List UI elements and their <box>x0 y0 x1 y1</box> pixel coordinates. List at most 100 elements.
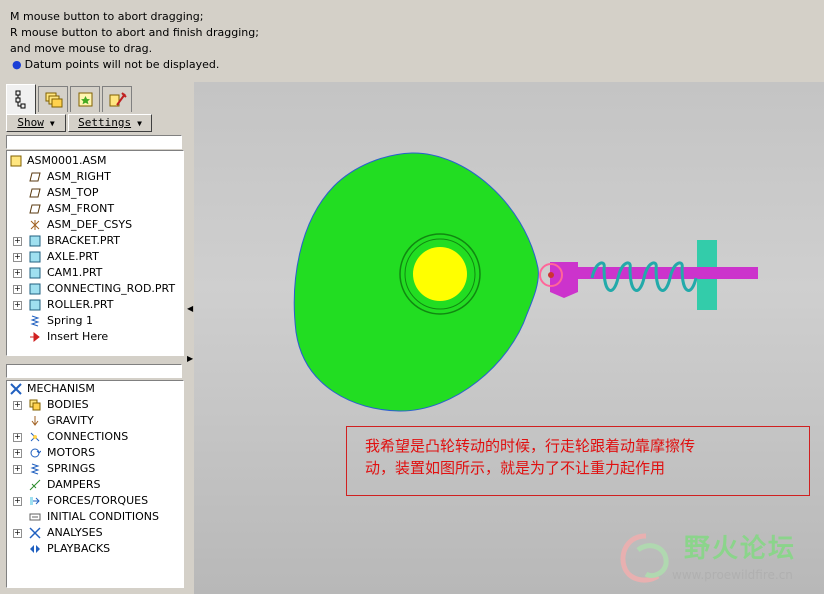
tab-favorites[interactable] <box>70 86 100 112</box>
mechanism-item-label: MOTORS <box>47 446 96 459</box>
connections-icon <box>30 432 40 442</box>
expand-plus-icon[interactable]: + <box>13 401 22 410</box>
annotation-box: 我希望是凸轮转动的时候，行走轮跟着动靠摩擦传 动，装置如图所示，就是为了不让重力… <box>346 426 810 496</box>
mechanism-tree[interactable]: MECHANISM + BODIES GRAVITY + CONNECTIONS + MOT… <box>6 380 184 588</box>
initial-conditions-icon <box>29 513 41 521</box>
tree-item[interactable]: + CAM1.PRT <box>7 265 183 281</box>
layers-icon <box>45 92 63 108</box>
part-icon <box>29 283 41 295</box>
model-tree[interactable]: ASM0001.ASM ASM_RIGHT ASM_TOP ASM_FRONT ASM… <box>6 150 184 356</box>
mechanism-item[interactable]: INITIAL CONDITIONS <box>7 509 183 525</box>
annotation-line: 动，装置如图所示，就是为了不让重力起作用 <box>365 459 666 477</box>
tree-item-label: Insert Here <box>47 330 109 343</box>
assembly-icon <box>10 155 22 167</box>
csys-icon <box>30 220 40 230</box>
expand-plus-icon[interactable]: + <box>13 285 22 294</box>
mechanism-item-label: PLAYBACKS <box>47 542 111 555</box>
cam-hub[interactable] <box>413 247 467 301</box>
expand-plus-icon[interactable]: + <box>13 449 22 458</box>
tree-item-label: ASM_TOP <box>47 186 99 199</box>
part-icon <box>29 299 41 311</box>
tree-item-label: Spring 1 <box>47 314 93 327</box>
model-view[interactable] <box>194 82 824 594</box>
settings-button[interactable]: Settings ▼ <box>68 114 152 132</box>
tab-tools[interactable] <box>102 86 132 112</box>
gravity-icon <box>31 416 39 426</box>
show-button[interactable]: Show ▼ <box>6 114 66 132</box>
mechanism-item[interactable]: + CONNECTIONS <box>7 429 183 445</box>
mechanism-item[interactable]: + ANALYSES <box>7 525 183 541</box>
watermark: 野火论坛 www.proewildfire.cn <box>612 524 824 594</box>
expand-plus-icon[interactable]: + <box>13 269 22 278</box>
mechanism-item-label: BODIES <box>47 398 89 411</box>
tab-layers[interactable] <box>38 86 68 112</box>
tree-item[interactable]: + CONNECTING_ROD.PRT <box>7 281 183 297</box>
mechanism-item[interactable]: GRAVITY <box>7 413 183 429</box>
tree-item-label: AXLE.PRT <box>47 250 99 263</box>
mechanism-item-label: CONNECTIONS <box>47 430 129 443</box>
tree-item-label: ROLLER.PRT <box>47 298 114 311</box>
watermark-url: www.proewildfire.cn <box>672 568 793 582</box>
datum-plane-icon <box>29 188 41 198</box>
datum-plane-icon <box>29 172 41 182</box>
insert-arrow-icon <box>30 331 40 343</box>
mechanism-item-label: DAMPERS <box>47 478 101 491</box>
tree-root-label: ASM0001.ASM <box>27 154 107 167</box>
part-icon <box>29 251 41 263</box>
show-button-label: Show <box>17 116 44 129</box>
tree-item-label: CONNECTING_ROD.PRT <box>47 282 176 295</box>
connecting-rod[interactable] <box>574 267 758 279</box>
expand-right-icon[interactable]: ▶ <box>187 354 193 363</box>
expand-plus-icon[interactable]: + <box>13 497 22 506</box>
expand-plus-icon[interactable]: + <box>13 301 22 310</box>
model-tree-filter-field[interactable] <box>6 135 182 149</box>
tab-model-tree[interactable] <box>6 84 36 114</box>
mechanism-item[interactable]: + FORCES/TORQUES <box>7 493 183 509</box>
tree-item[interactable]: Insert Here <box>7 329 183 345</box>
dampers-icon <box>29 479 41 491</box>
mechanism-item-label: ANALYSES <box>47 526 103 539</box>
motors-icon <box>30 448 41 458</box>
mechanism-item[interactable]: + BODIES <box>7 397 183 413</box>
mechanism-item[interactable]: + MOTORS <box>7 445 183 461</box>
tree-item[interactable]: + AXLE.PRT <box>7 249 183 265</box>
mechanism-item-label: SPRINGS <box>47 462 96 475</box>
mechanism-root-label: MECHANISM <box>27 382 95 395</box>
tree-item[interactable]: + ROLLER.PRT <box>7 297 183 313</box>
settings-button-label: Settings <box>78 116 132 129</box>
forces-icon <box>30 497 40 505</box>
navigator-panel: Show ▼ Settings ▼ ASM0001.ASM ASM_RIGHT ASM… <box>0 82 188 594</box>
expand-plus-icon[interactable]: + <box>13 253 22 262</box>
message-area: M mouse button to abort dragging; R mous… <box>0 0 824 82</box>
datum-plane-icon <box>29 204 41 214</box>
expand-plus-icon[interactable]: + <box>13 237 22 246</box>
tree-item[interactable]: ASM_FRONT <box>7 201 183 217</box>
mechanism-item[interactable]: PLAYBACKS <box>7 541 183 557</box>
message-line: M mouse button to abort dragging; <box>10 10 204 23</box>
tree-item[interactable]: Spring 1 <box>7 313 183 329</box>
springs-icon <box>30 463 40 475</box>
mechanism-item[interactable]: DAMPERS <box>7 477 183 493</box>
mechanism-tree-filter-field[interactable] <box>6 364 182 378</box>
message-line: R mouse button to abort and finish dragg… <box>10 26 259 39</box>
expand-plus-icon[interactable]: + <box>13 433 22 442</box>
tree-item[interactable]: ASM_RIGHT <box>7 169 183 185</box>
message-line: and move mouse to drag. <box>10 42 153 55</box>
graphics-viewport[interactable] <box>194 82 824 594</box>
part-icon <box>29 235 41 247</box>
collapse-left-icon[interactable]: ◀ <box>187 304 193 313</box>
tree-item[interactable]: ASM_TOP <box>7 185 183 201</box>
panel-splitter[interactable]: ◀ ▶ <box>186 82 194 594</box>
tree-item[interactable]: ASM_DEF_CSYS <box>7 217 183 233</box>
roller-bracket[interactable] <box>550 262 578 298</box>
tree-item[interactable]: + BRACKET.PRT <box>7 233 183 249</box>
expand-plus-icon[interactable]: + <box>13 465 22 474</box>
expand-plus-icon[interactable]: + <box>13 529 22 538</box>
tree-item-label: ASM_RIGHT <box>47 170 111 183</box>
mechanism-item-label: FORCES/TORQUES <box>47 494 149 507</box>
mechanism-item-label: GRAVITY <box>47 414 94 427</box>
message-info-text: Datum points will not be displayed. <box>24 58 220 71</box>
mechanism-item[interactable]: + SPRINGS <box>7 461 183 477</box>
model-tree-icon <box>15 90 26 109</box>
watermark-title: 野火论坛 <box>684 534 797 564</box>
